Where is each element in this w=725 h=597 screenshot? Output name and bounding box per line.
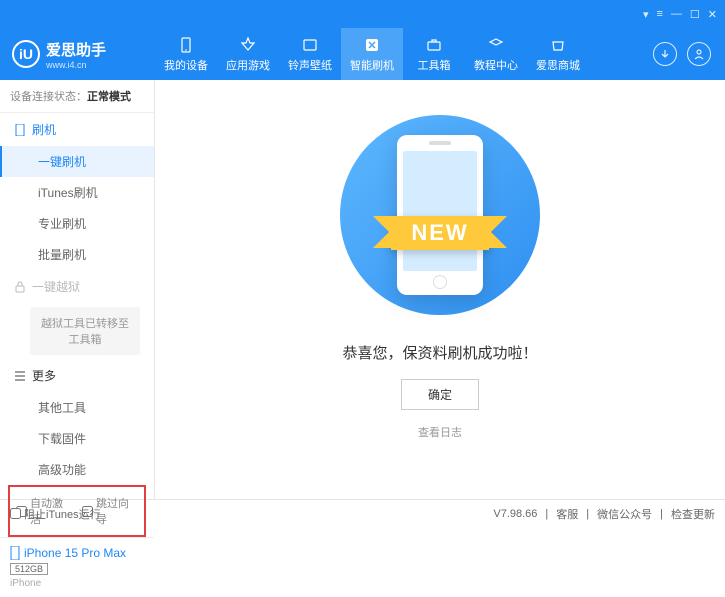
new-ribbon: NEW xyxy=(391,216,488,250)
lock-icon xyxy=(14,281,26,293)
logo: iU 爱思助手 www.i4.cn xyxy=(0,39,155,70)
app-name: 爱思助手 xyxy=(46,39,106,60)
apps-icon xyxy=(239,36,257,54)
nav-toolbox[interactable]: 工具箱 xyxy=(403,28,465,80)
jailbreak-notice: 越狱工具已转移至工具箱 xyxy=(30,307,140,355)
sidebar-item-download-firmware[interactable]: 下载固件 xyxy=(0,423,154,454)
device-info: iPhone 15 Pro Max 512GB iPhone xyxy=(0,537,154,597)
menu-icon[interactable]: ≡ xyxy=(656,8,662,20)
header-actions xyxy=(639,42,725,66)
success-illustration: NEW xyxy=(335,110,545,320)
nav-tutorials[interactable]: 教程中心 xyxy=(465,28,527,80)
nav-store[interactable]: 爱思商城 xyxy=(527,28,589,80)
sidebar-item-pro-flash[interactable]: 专业刷机 xyxy=(0,208,154,239)
content: NEW 恭喜您，保资料刷机成功啦！ 确定 查看日志 xyxy=(155,80,725,499)
menu-icon xyxy=(14,370,26,382)
main-nav: 我的设备 应用游戏 铃声壁纸 智能刷机 工具箱 教程中心 爱思商城 xyxy=(155,28,639,80)
logo-icon: iU xyxy=(12,40,40,68)
support-link[interactable]: 客服 xyxy=(556,506,578,522)
nav-my-device[interactable]: 我的设备 xyxy=(155,28,217,80)
toolbox-icon xyxy=(425,36,443,54)
check-update-link[interactable]: 检查更新 xyxy=(671,506,715,522)
version-label: V7.98.66 xyxy=(493,508,537,520)
device-icon xyxy=(177,36,195,54)
device-storage: 512GB xyxy=(10,563,48,575)
app-url: www.i4.cn xyxy=(46,60,106,70)
close-icon[interactable]: ✕ xyxy=(708,8,717,21)
block-itunes-checkbox[interactable]: 阻止iTunes运行 xyxy=(10,506,101,522)
sidebar-item-other-tools[interactable]: 其他工具 xyxy=(0,392,154,423)
skin-icon[interactable]: ▾ xyxy=(643,8,649,21)
sidebar-section-flash[interactable]: 刷机 xyxy=(0,113,154,146)
connection-status: 设备连接状态：正常模式 xyxy=(0,80,154,113)
sidebar-item-advanced[interactable]: 高级功能 xyxy=(0,454,154,485)
user-button[interactable] xyxy=(687,42,711,66)
success-message: 恭喜您，保资料刷机成功啦！ xyxy=(342,342,537,363)
download-button[interactable] xyxy=(653,42,677,66)
titlebar: ▾ ≡ — ☐ ✕ xyxy=(0,0,725,28)
header: iU 爱思助手 www.i4.cn 我的设备 应用游戏 铃声壁纸 智能刷机 工具… xyxy=(0,28,725,80)
minimize-icon[interactable]: — xyxy=(671,8,682,20)
wechat-link[interactable]: 微信公众号 xyxy=(597,506,652,522)
phone-icon xyxy=(14,124,26,136)
view-log-link[interactable]: 查看日志 xyxy=(418,424,462,440)
nav-apps[interactable]: 应用游戏 xyxy=(217,28,279,80)
sidebar-section-jailbreak: 一键越狱 xyxy=(0,270,154,303)
device-type: iPhone xyxy=(10,578,144,589)
sidebar-section-more[interactable]: 更多 xyxy=(0,359,154,392)
nav-ringtones[interactable]: 铃声壁纸 xyxy=(279,28,341,80)
maximize-icon[interactable]: ☐ xyxy=(690,8,700,21)
device-name[interactable]: iPhone 15 Pro Max xyxy=(10,546,144,560)
sidebar: 设备连接状态：正常模式 刷机 一键刷机 iTunes刷机 专业刷机 批量刷机 一… xyxy=(0,80,155,499)
sidebar-item-oneclick-flash[interactable]: 一键刷机 xyxy=(0,146,154,177)
store-icon xyxy=(549,36,567,54)
tutorial-icon xyxy=(487,36,505,54)
flash-icon xyxy=(363,36,381,54)
sidebar-item-batch-flash[interactable]: 批量刷机 xyxy=(0,239,154,270)
phone-icon xyxy=(10,546,20,560)
nav-smart-flash[interactable]: 智能刷机 xyxy=(341,28,403,80)
sidebar-item-itunes-flash[interactable]: iTunes刷机 xyxy=(0,177,154,208)
ringtone-icon xyxy=(301,36,319,54)
ok-button[interactable]: 确定 xyxy=(401,379,479,410)
